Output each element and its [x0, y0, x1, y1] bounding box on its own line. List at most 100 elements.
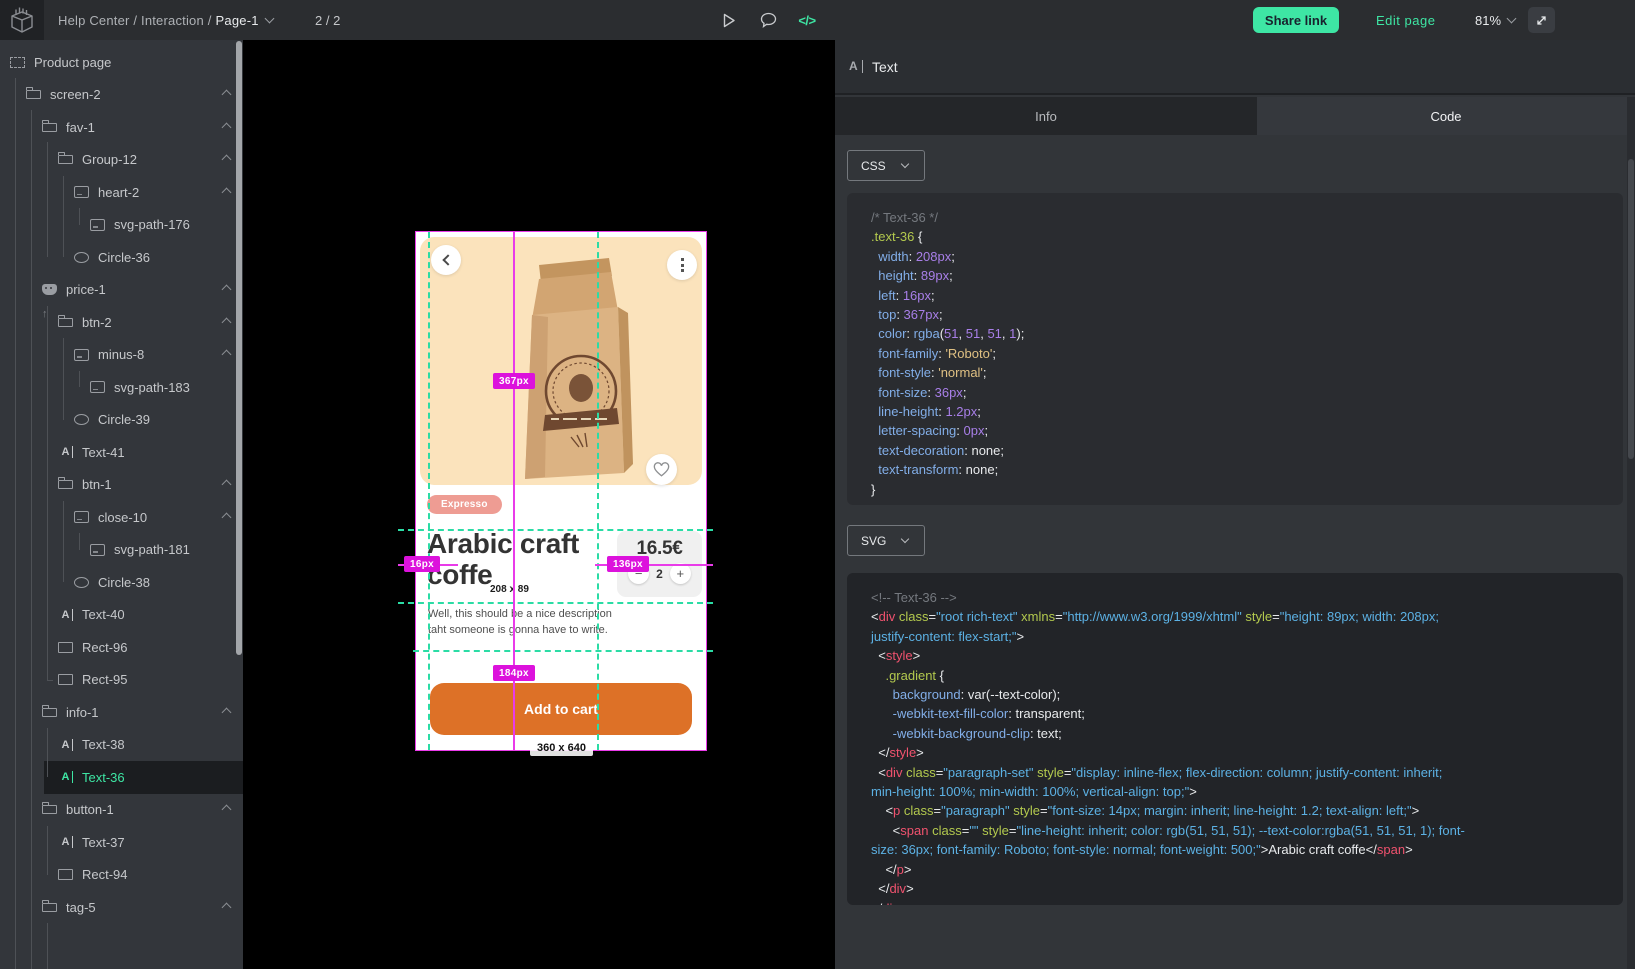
layer-row-svg-path-183[interactable]: svg-path-183	[0, 371, 243, 404]
code-mode-button[interactable]: </>	[792, 0, 822, 40]
app-logo[interactable]	[0, 0, 44, 40]
product-tag[interactable]: Expresso	[427, 495, 502, 514]
code-line: .text-36 {	[871, 227, 1611, 246]
back-button[interactable]	[431, 245, 461, 275]
collapse-chevron-icon[interactable]	[222, 122, 232, 132]
scrollbar-thumb[interactable]	[1628, 159, 1634, 459]
folder-icon	[42, 708, 57, 717]
code-line: width: 208px;	[871, 247, 1611, 266]
layer-row-button-1[interactable]: button-1	[0, 794, 243, 827]
sidebar-scrollbar[interactable]	[236, 41, 242, 655]
layer-row-info-1[interactable]: info-1	[0, 696, 243, 729]
code-line: -webkit-background-clip: text;	[871, 724, 1611, 743]
layer-row-circle-36[interactable]: Circle-36	[0, 241, 243, 274]
layer-row-svg-path-176[interactable]: svg-path-176	[0, 209, 243, 242]
collapse-chevron-icon[interactable]	[222, 512, 232, 522]
layer-label: Circle-39	[98, 412, 150, 427]
collapse-chevron-icon[interactable]	[222, 187, 232, 197]
layer-row-price-1[interactable]: price-1	[0, 274, 243, 307]
collapse-chevron-icon[interactable]	[222, 155, 232, 165]
layer-row-fav-1[interactable]: fav-1	[0, 111, 243, 144]
collapse-chevron-icon[interactable]	[222, 902, 232, 912]
svg-file-icon	[74, 511, 89, 523]
layer-row-text-41[interactable]: AText-41	[0, 436, 243, 469]
page-counter: 2 / 2	[315, 0, 340, 40]
layer-label: price-1	[66, 282, 106, 297]
breadcrumb[interactable]: Help Center / Interaction / Page-1	[58, 0, 273, 40]
guide-line	[398, 529, 713, 531]
code-line: <p class="paragraph" style="font-size: 1…	[871, 801, 1611, 820]
collapse-chevron-icon[interactable]	[222, 285, 232, 295]
code-line: font-style: 'normal';	[871, 363, 1611, 382]
layer-row-text-40[interactable]: AText-40	[0, 599, 243, 632]
layer-row-close-10[interactable]: close-10	[0, 501, 243, 534]
text-icon: A	[58, 446, 73, 458]
layer-row-circle-39[interactable]: Circle-39	[0, 404, 243, 437]
layer-row-screen-2[interactable]: screen-2	[0, 79, 243, 112]
fullscreen-button[interactable]	[1528, 7, 1555, 33]
collapse-chevron-icon[interactable]	[222, 805, 232, 815]
layer-row-text-38[interactable]: AText-38	[0, 729, 243, 762]
favorite-button[interactable]	[646, 454, 677, 485]
text-icon: A	[58, 836, 73, 848]
layers-tree: Product pagescreen-2fav-1Group-12heart-2…	[0, 40, 243, 969]
mockup-frame[interactable]: Expresso Arabic craft coffe 208 x 89 Wel…	[416, 232, 706, 750]
layer-label: button-1	[66, 802, 114, 817]
layer-label: btn-1	[82, 477, 112, 492]
collapse-chevron-icon[interactable]	[222, 707, 232, 717]
design-canvas[interactable]: Expresso Arabic craft coffe 208 x 89 Wel…	[243, 40, 835, 969]
code-line: min-height: 100%; min-width: 100%; verti…	[871, 782, 1611, 801]
layer-row-svg-path-181[interactable]: svg-path-181	[0, 534, 243, 567]
layer-row-group-12[interactable]: Group-12	[0, 144, 243, 177]
layer-row-btn-2[interactable]: btn-2	[0, 306, 243, 339]
layer-row-rect-96[interactable]: Rect-96	[0, 631, 243, 664]
layer-label: minus-8	[98, 347, 144, 362]
comments-button[interactable]	[753, 0, 783, 40]
code-line: <div class="paragraph-set" style="displa…	[871, 763, 1611, 782]
folder-icon	[42, 123, 57, 132]
collapse-chevron-icon[interactable]	[222, 90, 232, 100]
code-line: <div class="root rich-text" xmlns="http:…	[871, 607, 1611, 626]
layer-row-rect-94[interactable]: Rect-94	[0, 859, 243, 892]
guide-line	[413, 650, 713, 652]
layer-label: Rect-94	[82, 867, 128, 882]
layers-panel: Product pagescreen-2fav-1Group-12heart-2…	[0, 40, 243, 969]
inspector-scrollbar[interactable]	[1627, 97, 1635, 969]
tab-code[interactable]: Code	[1257, 97, 1635, 135]
play-button[interactable]	[714, 0, 744, 40]
text-icon: A	[58, 609, 73, 621]
tree-guide-line	[79, 371, 80, 387]
tree-guide-line	[15, 78, 16, 969]
mask-icon	[42, 284, 57, 295]
collapse-chevron-icon[interactable]	[222, 480, 232, 490]
circle-icon	[74, 577, 89, 588]
layer-row-circle-38[interactable]: Circle-38	[0, 566, 243, 599]
kebab-menu-button[interactable]	[667, 250, 697, 280]
inspector-tabs: Info Code	[835, 97, 1635, 135]
layer-row-product page[interactable]: Product page	[0, 46, 243, 79]
add-to-cart-button[interactable]: Add to cart	[430, 683, 692, 735]
css-format-select[interactable]: CSS	[847, 150, 925, 181]
plus-button[interactable]: +	[670, 563, 691, 584]
rect-icon	[58, 869, 73, 880]
layer-row-text-36[interactable]: AText-36	[0, 761, 243, 794]
edit-page-link[interactable]: Edit page	[1376, 0, 1435, 40]
share-link-button[interactable]: Share link	[1253, 7, 1339, 33]
guide-line	[398, 602, 713, 604]
layer-row-tag-5[interactable]: tag-5	[0, 891, 243, 924]
rect-icon	[58, 642, 73, 653]
svg-format-select[interactable]: SVG	[847, 525, 925, 556]
heart-icon	[653, 462, 670, 477]
layer-row-rect-95[interactable]: Rect-95	[0, 664, 243, 697]
code-line: top: 367px;	[871, 305, 1611, 324]
layer-row-minus-8[interactable]: minus-8	[0, 339, 243, 372]
zoom-level-control[interactable]: 81%	[1475, 0, 1515, 40]
collapse-chevron-icon[interactable]	[222, 317, 232, 327]
layer-row-text-37[interactable]: AText-37	[0, 826, 243, 859]
tree-guide-line	[47, 728, 48, 777]
collapse-chevron-icon[interactable]	[222, 350, 232, 360]
chevron-down-icon	[900, 160, 908, 168]
layer-row-btn-1[interactable]: btn-1	[0, 469, 243, 502]
layer-row-heart-2[interactable]: heart-2	[0, 176, 243, 209]
tab-info[interactable]: Info	[835, 97, 1257, 135]
